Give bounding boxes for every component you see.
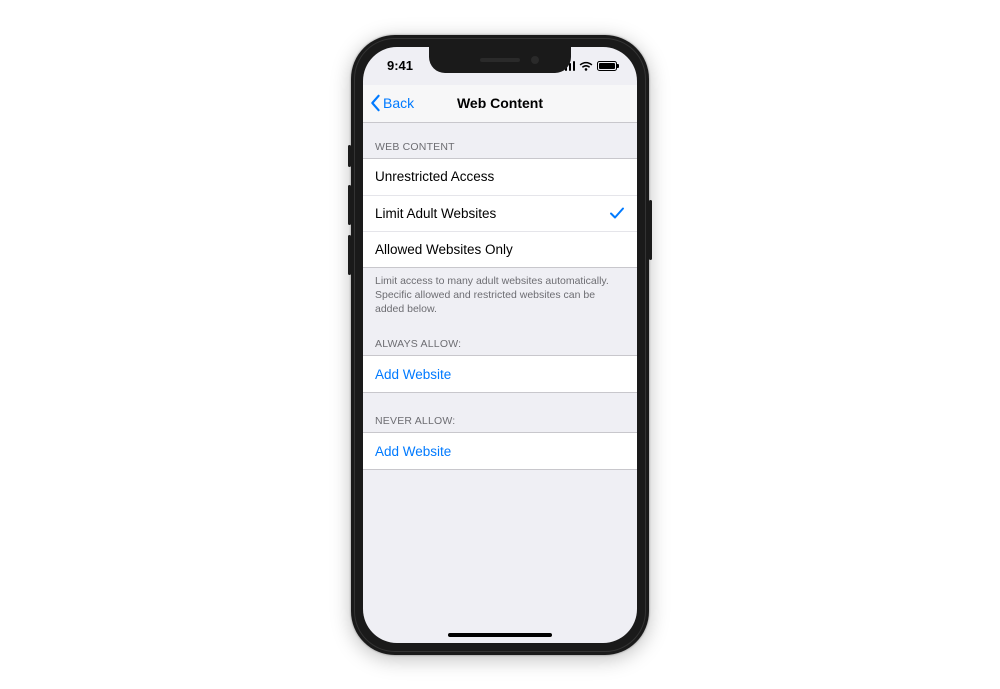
never-allow-group: Add Website xyxy=(363,432,637,470)
content-scroll[interactable]: WEB CONTENT Unrestricted Access Limit Ad… xyxy=(363,123,637,643)
notch xyxy=(429,47,571,73)
section-header-web-content: WEB CONTENT xyxy=(363,123,637,158)
front-camera xyxy=(531,56,539,64)
option-label: Allowed Websites Only xyxy=(375,242,513,257)
back-button[interactable]: Back xyxy=(363,94,414,112)
mute-switch xyxy=(348,145,351,167)
add-website-label: Add Website xyxy=(375,444,451,459)
home-indicator[interactable] xyxy=(448,633,552,637)
web-content-footer: Limit access to many adult websites auto… xyxy=(363,268,637,317)
checkmark-icon xyxy=(609,205,625,221)
add-website-label: Add Website xyxy=(375,367,451,382)
option-allowed-only[interactable]: Allowed Websites Only xyxy=(363,231,637,267)
screen: 9:41 Back Web Content WEB CONTENT xyxy=(363,47,637,643)
iphone-frame: 9:41 Back Web Content WEB CONTENT xyxy=(351,35,649,655)
option-limit-adult[interactable]: Limit Adult Websites xyxy=(363,195,637,231)
volume-up xyxy=(348,185,351,225)
always-allow-group: Add Website xyxy=(363,355,637,393)
add-website-never[interactable]: Add Website xyxy=(363,433,637,469)
volume-down xyxy=(348,235,351,275)
section-header-never-allow: NEVER ALLOW: xyxy=(363,393,637,432)
speaker xyxy=(480,58,520,62)
nav-bar: Back Web Content xyxy=(363,85,637,123)
web-content-options: Unrestricted Access Limit Adult Websites… xyxy=(363,158,637,268)
option-label: Limit Adult Websites xyxy=(375,206,496,221)
chevron-left-icon xyxy=(369,94,381,112)
back-label: Back xyxy=(383,95,414,111)
power-button xyxy=(649,200,652,260)
option-unrestricted[interactable]: Unrestricted Access xyxy=(363,159,637,195)
battery-icon xyxy=(597,61,617,71)
add-website-always[interactable]: Add Website xyxy=(363,356,637,392)
wifi-icon xyxy=(579,61,593,71)
section-header-always-allow: ALWAYS ALLOW: xyxy=(363,316,637,355)
option-label: Unrestricted Access xyxy=(375,169,494,184)
